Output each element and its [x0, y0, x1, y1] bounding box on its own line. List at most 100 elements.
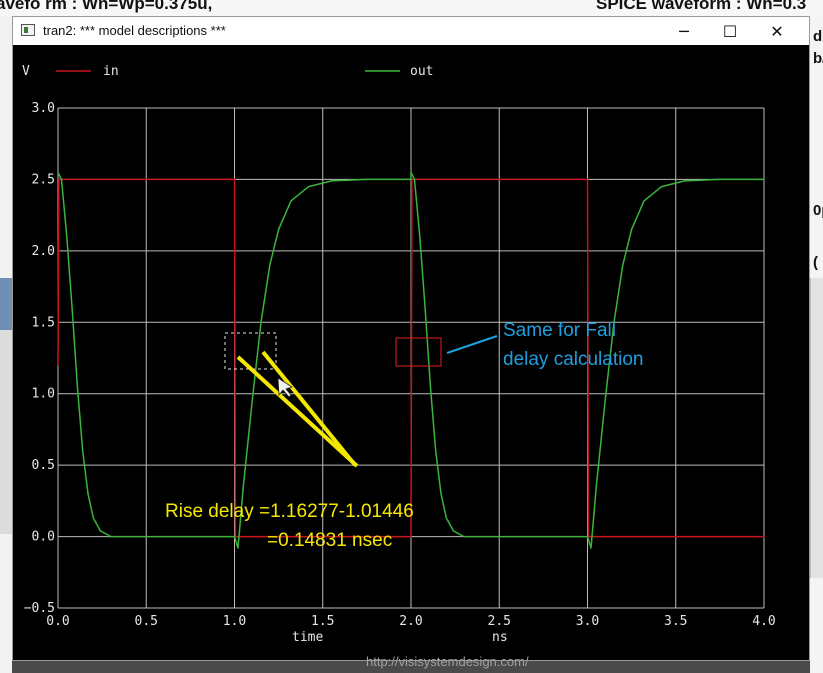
fall-delay-marker-box: [395, 337, 442, 367]
y-tick-label: 1.0: [32, 387, 55, 402]
rise-delay-pointer-line: [236, 355, 359, 468]
background-char: (: [813, 254, 818, 271]
waveform-chart: 0.0 0.5 1.0 1.5 2.0 2.5 3.0 3.5 4.0−0.50.00.51.0…: [22, 64, 776, 645]
data-point-out: [251, 400, 253, 402]
data-point-out: [87, 493, 89, 495]
x-tick-label: 2.0: [399, 614, 422, 629]
data-point-out: [604, 400, 606, 402]
data-point-out: [66, 236, 68, 238]
data-point-in: [763, 536, 765, 538]
x-axis-label: time: [292, 630, 323, 645]
data-point-out: [631, 228, 633, 230]
data-point-in: [410, 536, 412, 538]
data-point-out: [586, 536, 589, 538]
x-tick-label: 1.0: [223, 614, 246, 629]
data-point-out: [590, 547, 592, 549]
title-bar[interactable]: tran2: *** model descriptions *** ─ ☐ ✕: [13, 17, 809, 45]
background-left-panel: [0, 16, 12, 673]
data-point-out: [463, 536, 465, 538]
plot-area: 0.0 0.5 1.0 1.5 2.0 2.5 3.0 3.5 4.0 −0.5 0.0 0.5 1.0…: [13, 45, 809, 660]
fall-annotation-line1: Same for Fall: [503, 320, 616, 341]
legend-label-in: in: [103, 64, 119, 79]
y-tick-label: 3.0: [32, 101, 55, 116]
x-tick-label: 0.5: [135, 614, 158, 629]
y-tick-label: 2.0: [32, 244, 55, 259]
y-tick-label: 0.5: [32, 458, 55, 473]
background-gray-strip: [0, 330, 12, 534]
background-char: 0p: [813, 202, 823, 219]
x-tick-label: 3.0: [576, 614, 599, 629]
data-point-out: [290, 200, 292, 202]
data-point-out: [684, 180, 686, 182]
background-title-right: SPICE waveform : Wn=0.3: [596, 0, 807, 13]
data-point-out: [242, 486, 244, 488]
background-selection-strip: [0, 278, 12, 330]
data-point-out: [269, 264, 271, 266]
data-point-out: [71, 307, 73, 309]
data-point-out: [57, 171, 59, 173]
data-point-out: [452, 530, 454, 532]
data-point-in: [58, 178, 60, 180]
background-char: d: [813, 28, 823, 45]
data-point-out: [260, 321, 262, 323]
maximize-button[interactable]: ☐: [707, 17, 753, 45]
data-point-out: [366, 178, 368, 180]
data-point-out: [308, 186, 310, 188]
data-point-out: [82, 450, 84, 452]
background-char: b/: [813, 50, 823, 67]
background-right-panel: d b/ 0p (: [810, 16, 823, 673]
x-tick-label: 0.0: [46, 614, 69, 629]
data-point-out: [595, 486, 597, 488]
x-tick-label: 2.5: [488, 614, 511, 629]
data-point-out: [278, 228, 280, 230]
data-point-out: [719, 178, 721, 180]
background-scrollbar: [810, 278, 823, 578]
data-point-in: [57, 364, 59, 366]
data-point-out: [331, 180, 333, 182]
fall-annotation-line2: delay calculation: [503, 349, 643, 370]
y-tick-label: 0.0: [32, 530, 55, 545]
y-tick-label: 1.5: [32, 315, 55, 330]
x-tick-label: 4.0: [752, 614, 775, 629]
rise-annotation-line2: =0.14831 nsec: [267, 530, 392, 551]
minimize-button[interactable]: ─: [661, 17, 707, 45]
data-point-out: [419, 236, 421, 238]
x-axis-unit-label: ns: [492, 630, 508, 645]
data-point-out: [60, 178, 63, 180]
data-point-out: [413, 178, 416, 180]
y-tick-label: −0.5: [24, 601, 55, 616]
fall-delay-pointer-line: [446, 335, 498, 354]
data-point-out: [92, 517, 94, 519]
zoom-selection-box: [224, 332, 277, 370]
y-axis-label: V: [22, 64, 30, 79]
waveform-window: tran2: *** model descriptions *** ─ ☐ ✕ …: [12, 16, 810, 661]
app-icon: [21, 24, 35, 36]
data-point-out: [661, 186, 663, 188]
background-window-header: avefo rm : Wn=Wp=0.375u, SPICE waveform …: [0, 0, 823, 16]
data-point-out: [435, 450, 437, 452]
data-point-out: [410, 171, 412, 173]
background-title-left: avefo rm : Wn=Wp=0.375u,: [0, 0, 213, 13]
rise-delay-pointer-line: [261, 350, 357, 467]
data-point-out: [763, 178, 765, 180]
x-tick-label: 3.5: [664, 614, 687, 629]
data-point-out: [99, 530, 101, 532]
data-point-out: [643, 200, 645, 202]
data-point-in: [586, 178, 589, 180]
data-point-out: [429, 386, 431, 388]
data-point-out: [410, 178, 412, 180]
close-button[interactable]: ✕: [754, 17, 800, 45]
x-tick-label: 1.5: [311, 614, 334, 629]
data-point-out: [445, 517, 447, 519]
data-point-out: [424, 307, 426, 309]
data-point-out: [440, 493, 442, 495]
data-point-out: [110, 536, 112, 538]
data-point-out: [237, 547, 239, 549]
data-point-in: [233, 178, 236, 180]
data-point-out: [76, 386, 78, 388]
window-title: tran2: *** model descriptions ***: [43, 23, 226, 38]
data-point-out: [233, 536, 236, 538]
legend-label-out: out: [410, 64, 433, 79]
y-tick-label: 2.5: [32, 172, 55, 187]
data-point-out: [622, 264, 624, 266]
